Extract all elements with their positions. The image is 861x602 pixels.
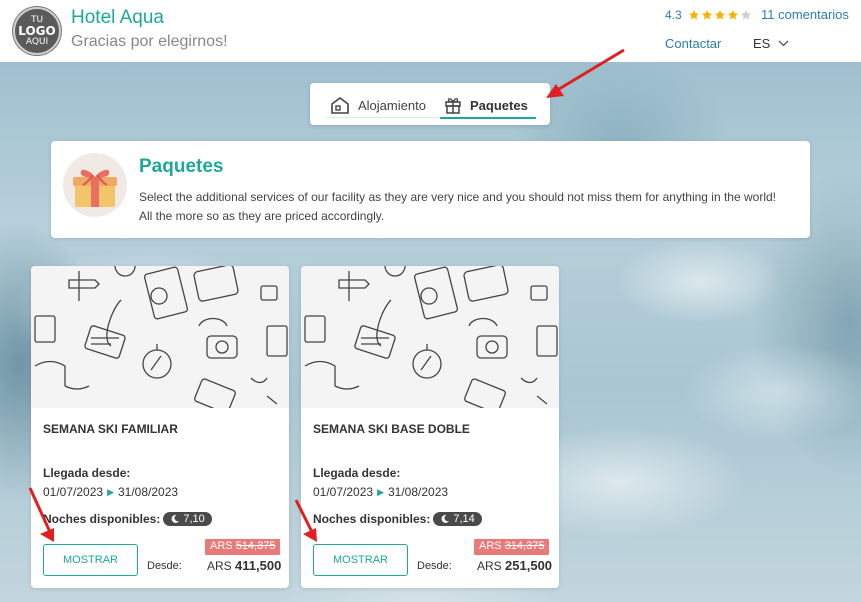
show-package-button[interactable]: MOSTRAR [43, 544, 138, 576]
date-range: 01/07/2023 ▶ 31/08/2023 [313, 485, 448, 499]
moon-icon [171, 514, 180, 523]
tab-label: Alojamiento [358, 97, 426, 113]
price-currency: ARS [210, 540, 233, 552]
play-arrow-icon: ▶ [377, 486, 384, 497]
nights-label: Noches disponibles: [43, 512, 161, 526]
price-currency: ARS [479, 540, 502, 552]
price-value: 411,500 [235, 558, 282, 573]
tab-label: Paquetes [470, 97, 528, 113]
date-to: 31/08/2023 [117, 485, 179, 499]
price-currency: ARS [207, 559, 232, 573]
rating-summary: 4.3 [665, 8, 752, 22]
star-icon [727, 10, 738, 20]
packages-info: Paquetes Select the additional services … [51, 141, 810, 238]
logo-text-2: LOGO [18, 24, 56, 38]
discounted-price: ARS 251,500 [477, 558, 552, 573]
language-selector[interactable]: ES [753, 36, 789, 51]
tab-bar: Alojamiento Paquetes [310, 83, 550, 125]
reviews-link[interactable]: 11 comentarios [761, 7, 849, 22]
nights-available: Noches disponibles: 7,10 [43, 512, 212, 526]
hotel-subtitle: Gracias por elegirnos! [71, 33, 228, 50]
package-card: SEMANA SKI BASE DOBLE Llegada desde: 01/… [301, 266, 559, 588]
package-image [301, 266, 559, 414]
original-price: 514,375 [235, 540, 276, 552]
nights-badge: 7,10 [163, 512, 212, 526]
star-icon [701, 10, 712, 20]
active-tab-indicator [440, 117, 536, 119]
arrival-label: Llegada desde: [313, 466, 401, 480]
star-icon [714, 10, 725, 20]
logo-text-3: AQUI [25, 37, 49, 47]
star-empty-icon [740, 10, 751, 20]
info-description: Select the additional services of our fa… [139, 190, 776, 223]
package-card: SEMANA SKI FAMILIAR Llegada desde: 01/07… [31, 266, 289, 588]
nights-label: Noches disponibles: [313, 512, 431, 526]
nights-value: 7,10 [183, 513, 205, 525]
star-icon [688, 10, 699, 20]
discounted-price: ARS 411,500 [207, 558, 281, 573]
moon-icon [441, 514, 450, 523]
hotel-name: Hotel Aqua [71, 7, 164, 28]
from-label: Desde: [147, 560, 182, 572]
tab-alojamiento[interactable]: Alojamiento [330, 91, 426, 119]
rating-value: 4.3 [665, 8, 682, 22]
arrival-label: Llegada desde: [43, 466, 131, 480]
package-image [31, 266, 289, 414]
tab-paquetes[interactable]: Paquetes [444, 91, 528, 119]
house-icon [331, 97, 349, 114]
chevron-down-icon [778, 40, 789, 47]
date-to: 31/08/2023 [387, 485, 449, 499]
hotel-logo[interactable]: TU LOGO AQUI [13, 7, 61, 55]
from-label: Desde: [417, 560, 452, 572]
date-from: 01/07/2023 [43, 485, 104, 499]
site-header: TU LOGO AQUI Hotel Aqua Gracias por eleg… [0, 0, 861, 62]
gift-icon [445, 98, 461, 114]
package-title: SEMANA SKI FAMILIAR [43, 422, 178, 436]
original-price-badge: ARS 514,375 [205, 539, 281, 555]
original-price: 314,375 [504, 540, 545, 552]
nights-value: 7,14 [453, 513, 475, 525]
nights-badge: 7,14 [433, 512, 482, 526]
language-value: ES [753, 36, 771, 51]
info-title: Paquetes [139, 156, 224, 177]
gift-illustration-icon [63, 153, 127, 217]
date-from: 01/07/2023 [313, 485, 374, 499]
show-package-button[interactable]: MOSTRAR [313, 544, 408, 576]
contact-link[interactable]: Contactar [665, 36, 721, 51]
original-price-badge: ARS 314,375 [474, 539, 550, 555]
play-arrow-icon: ▶ [107, 486, 114, 497]
package-title: SEMANA SKI BASE DOBLE [313, 422, 470, 436]
nights-available: Noches disponibles: 7,14 [313, 512, 482, 526]
rating-stars [688, 9, 752, 21]
date-range: 01/07/2023 ▶ 31/08/2023 [43, 485, 178, 499]
price-currency: ARS [477, 559, 502, 573]
price-value: 251,500 [505, 558, 553, 573]
